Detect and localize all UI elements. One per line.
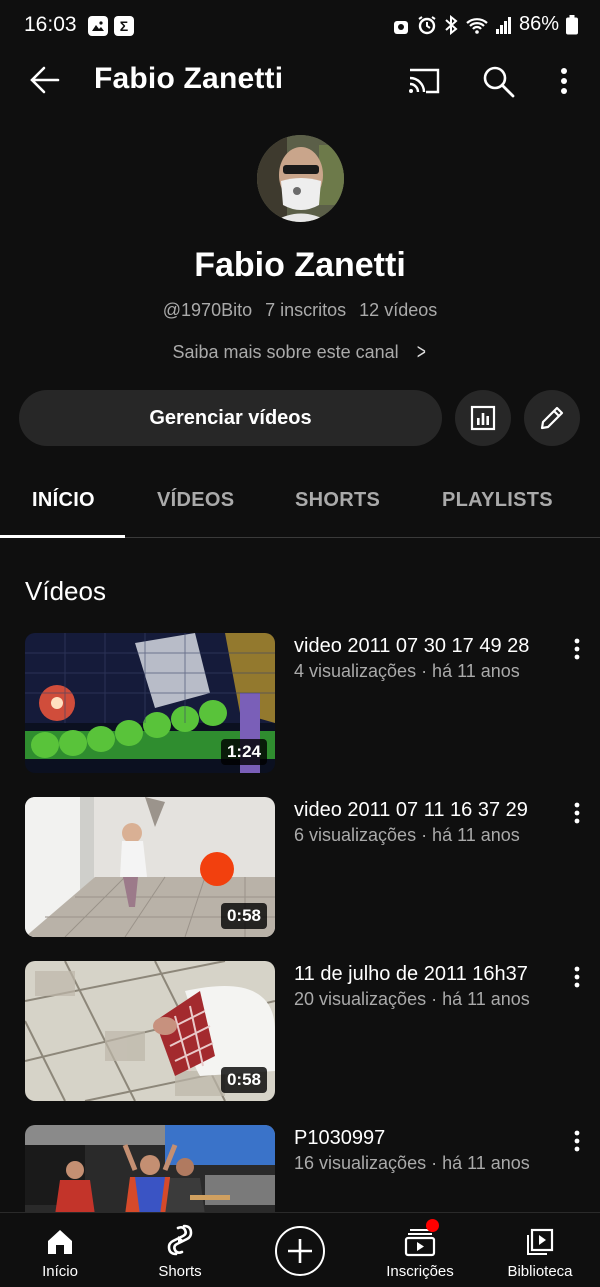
alarm-icon [418, 15, 436, 34]
active-tab-indicator [0, 535, 125, 538]
chevron-right-icon: > [416, 339, 426, 364]
analytics-icon [470, 405, 496, 431]
tab-inicio[interactable]: INÍCIO [32, 489, 95, 512]
subscriber-count: 7 inscritos [265, 300, 347, 320]
channel-tabs: INÍCIO VÍDEOS SHORTS PLAYLISTS [0, 466, 600, 538]
channel-meta: @1970Bito 7 inscritos 12 vídeos [0, 300, 600, 321]
nav-home[interactable]: Início [5, 1213, 115, 1287]
nav-subscriptions-label: Inscrições [386, 1263, 454, 1280]
video-title[interactable]: video 2011 07 11 16 37 29 [294, 799, 528, 822]
back-arrow-icon[interactable] [24, 64, 64, 96]
status-time: 16:03 [24, 13, 77, 36]
tab-videos[interactable]: VÍDEOS [157, 489, 234, 512]
video-item[interactable]: 1:24 video 2011 07 30 17 49 28 4 visuali… [0, 633, 600, 773]
about-channel-label: Saiba mais sobre este canal [172, 342, 399, 362]
manage-videos-label: Gerenciar vídeos [149, 406, 312, 429]
video-duration: 0:58 [220, 903, 267, 929]
channel-handle: @1970Bito [162, 300, 253, 320]
video-count: 12 vídeos [359, 300, 438, 320]
video-meta: 16 visualizações · há 11 anos [294, 1153, 530, 1173]
nav-library[interactable]: Biblioteca [485, 1213, 595, 1287]
nav-home-label: Início [42, 1263, 78, 1280]
bluetooth-icon [445, 14, 458, 35]
analytics-button[interactable] [455, 390, 511, 446]
channel-name: Fabio Zanetti [194, 246, 406, 284]
video-meta: 20 visualizações · há 11 anos [294, 989, 530, 1009]
cast-icon[interactable] [404, 64, 444, 96]
more-vert-icon[interactable] [569, 637, 585, 661]
create-icon [288, 1239, 312, 1263]
video-item[interactable]: 0:58 video 2011 07 11 16 37 29 6 visuali… [0, 797, 600, 937]
nav-shorts[interactable]: Shorts [125, 1213, 235, 1287]
battery-icon [566, 14, 578, 34]
about-channel-link[interactable]: Saiba mais sobre este canal > [0, 339, 600, 365]
video-duration: 1:24 [220, 739, 267, 765]
more-vert-icon[interactable] [552, 64, 576, 98]
notification-icons: Σ [88, 16, 134, 36]
nav-library-label: Biblioteca [507, 1263, 573, 1280]
video-meta: 6 visualizações · há 11 anos [294, 825, 520, 845]
more-vert-icon[interactable] [569, 1129, 585, 1153]
create-button[interactable] [275, 1226, 325, 1276]
more-vert-icon[interactable] [569, 965, 585, 989]
tab-shorts[interactable]: SHORTS [295, 489, 380, 512]
home-icon [48, 1230, 72, 1254]
video-thumbnail[interactable]: 0:58 [25, 961, 275, 1101]
video-thumbnail[interactable] [25, 1125, 275, 1212]
pencil-icon [540, 406, 564, 430]
edit-channel-button[interactable] [524, 390, 580, 446]
manage-videos-button[interactable]: Gerenciar vídeos [19, 390, 442, 446]
page-title: Fabio Zanetti [94, 62, 284, 95]
wifi-icon [466, 17, 488, 34]
video-thumbnail[interactable]: 1:24 [25, 633, 275, 773]
sigma-notification-icon: Σ [114, 16, 134, 36]
more-vert-icon[interactable] [569, 801, 585, 825]
video-item[interactable]: 0:58 11 de julho de 2011 16h37 20 visual… [0, 961, 600, 1101]
shorts-icon [167, 1224, 193, 1256]
search-icon[interactable] [481, 64, 517, 98]
top-app-bar: Fabio Zanetti [0, 52, 600, 108]
video-thumbnail[interactable]: 0:58 [25, 797, 275, 937]
status-bar: 16:03 Σ 86% [0, 0, 600, 52]
notification-badge [426, 1219, 439, 1232]
battery-percent: 86% [518, 13, 559, 35]
library-icon [527, 1228, 554, 1255]
video-title[interactable]: P1030997 [294, 1127, 385, 1150]
nav-shorts-label: Shorts [158, 1263, 202, 1280]
video-meta: 4 visualizações · há 11 anos [294, 661, 520, 681]
section-title-videos: Vídeos [25, 576, 106, 606]
video-duration: 0:58 [220, 1067, 267, 1093]
video-title[interactable]: 11 de julho de 2011 16h37 [294, 963, 528, 986]
video-title[interactable]: video 2011 07 30 17 49 28 [294, 635, 529, 658]
tab-playlists[interactable]: PLAYLISTS [442, 489, 553, 512]
status-right: 86% [392, 13, 578, 36]
gallery-notification-icon [88, 16, 108, 36]
bottom-navigation: Início Shorts Inscrições Biblioteca [0, 1212, 600, 1287]
nav-subscriptions[interactable]: Inscrições [365, 1213, 475, 1287]
signal-icon [495, 16, 511, 34]
lock-alarm-icon [393, 20, 408, 34]
channel-avatar[interactable] [257, 135, 344, 222]
